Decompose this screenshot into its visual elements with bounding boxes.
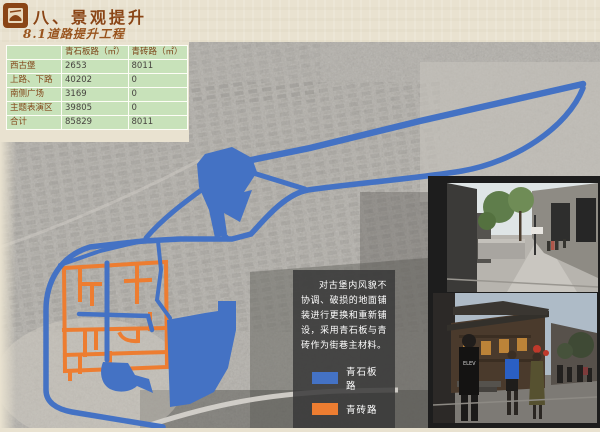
street-photo-dusk: ELEV — [433, 293, 597, 423]
value-cell: 2653 — [62, 60, 129, 74]
table-row: 合计858298011 — [7, 116, 188, 130]
table-row: 南侧广场31690 — [7, 88, 188, 102]
value-cell: 0 — [128, 74, 187, 88]
legend-label-brick: 青砖路 — [346, 402, 378, 416]
table-row: 上路、下路402020 — [7, 74, 188, 88]
legend-item-brick: 青砖路 — [301, 402, 387, 416]
svg-text:ELEV: ELEV — [463, 361, 476, 367]
value-cell: 0 — [128, 102, 187, 116]
row-label-cell: 合计 — [7, 116, 62, 130]
photo-panel: ELEV — [428, 176, 600, 428]
row-label-cell: 上路、下路 — [7, 74, 62, 88]
table-header-stone: 青石板路（㎡） — [62, 46, 129, 60]
value-cell: 3169 — [62, 88, 129, 102]
value-cell: 85829 — [62, 116, 129, 130]
table-row: 西古堡26538011 — [7, 60, 188, 74]
road-table-body: 西古堡26538011上路、下路402020南侧广场31690主题表演区3980… — [7, 60, 188, 130]
table-header-blank — [7, 46, 62, 60]
value-cell: 0 — [128, 88, 187, 102]
value-cell: 8011 — [128, 60, 187, 74]
value-cell: 8011 — [128, 116, 187, 130]
stone-road-swatch — [312, 372, 338, 384]
road-quantities-table: 青石板路（㎡） 青砖路（㎡） 西古堡26538011上路、下路402020南侧广… — [6, 45, 188, 130]
value-cell: 40202 — [62, 74, 129, 88]
table-row: 主题表演区398050 — [7, 102, 188, 116]
legend-item-stone: 青石板路 — [301, 364, 387, 392]
value-cell: 39805 — [62, 102, 129, 116]
table-header-row: 青石板路（㎡） 青砖路（㎡） — [7, 46, 188, 60]
row-label-cell: 主题表演区 — [7, 102, 62, 116]
legend-label-stone: 青石板路 — [346, 364, 387, 392]
brick-road-swatch — [312, 403, 338, 415]
note-text: 对古堡内风貌不协调、破损的地面铺装进行更换和重新铺设，采用青石板与青砖作为街巷主… — [301, 279, 387, 354]
row-label-cell: 西古堡 — [7, 60, 62, 74]
row-label-cell: 南侧广场 — [7, 88, 62, 102]
page-subtitle: 8.1道路提升工程 — [23, 25, 125, 42]
note-box: 对古堡内风貌不协调、破损的地面铺装进行更换和重新铺设，采用青石板与青砖作为街巷主… — [293, 270, 395, 428]
table-header-brick: 青砖路（㎡） — [128, 46, 187, 60]
street-photo-day — [447, 183, 598, 292]
map-legend: 青石板路 青砖路 — [301, 364, 387, 416]
